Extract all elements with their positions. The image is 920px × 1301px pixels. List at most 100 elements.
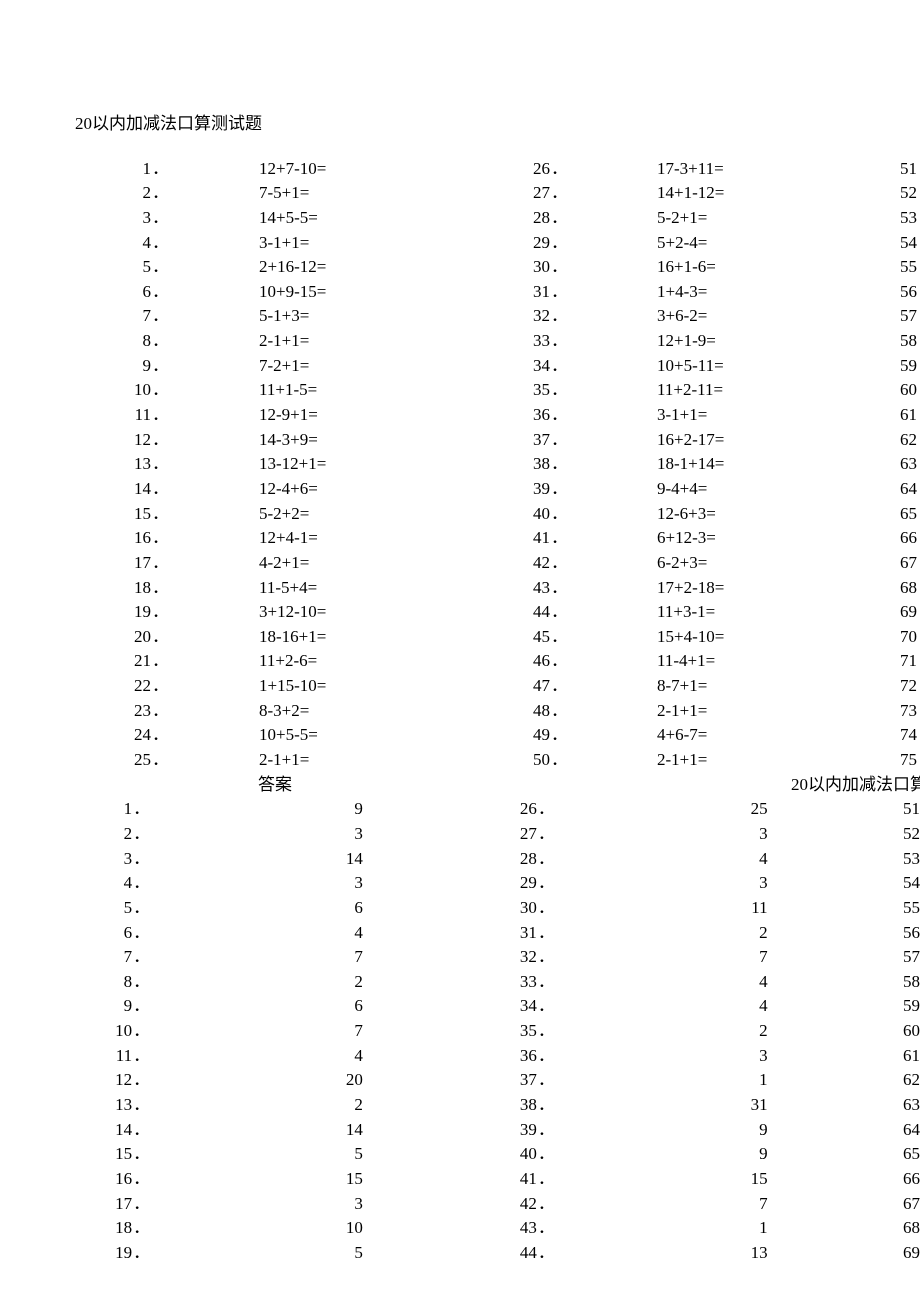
dot: ． xyxy=(537,921,615,946)
answer-number: 44 xyxy=(480,1241,537,1266)
answer-number: 42 xyxy=(480,1192,537,1217)
answer-number: 41 xyxy=(480,1167,537,1192)
dot: ． xyxy=(537,822,615,847)
tail-number: 68 xyxy=(873,576,917,601)
question-expression: 2-1+1= xyxy=(657,748,873,773)
answer-value: 5 xyxy=(211,1142,480,1167)
tail-number: 72 xyxy=(873,674,917,699)
question-row: 15．5-2+2=40．12-6+3=65 xyxy=(75,502,917,527)
section-labels: 答案 20以内加减法口算测试题 xyxy=(75,773,920,798)
answer-row: 15．540．965 xyxy=(75,1142,920,1167)
question-number: 22 xyxy=(75,674,151,699)
dot: ． xyxy=(132,1093,211,1118)
tail-number: 56 xyxy=(873,280,917,305)
dot: ． xyxy=(132,1241,211,1266)
answer-number: 43 xyxy=(480,1216,537,1241)
dot: ． xyxy=(550,452,657,477)
answer-row: 1．926．2551 xyxy=(75,797,920,822)
dot: ． xyxy=(151,723,259,748)
question-number: 5 xyxy=(75,255,151,280)
dot: ． xyxy=(537,896,615,921)
dot: ． xyxy=(550,280,657,305)
answer-number: 29 xyxy=(480,871,537,896)
dot: ． xyxy=(537,871,615,896)
tail-number: 71 xyxy=(873,649,917,674)
question-row: 3．14+5-5=28．5-2+1=53 xyxy=(75,206,917,231)
answer-number: 19 xyxy=(75,1241,132,1266)
question-row: 1．12+7-10=26．17-3+11=51 xyxy=(75,157,917,182)
tail-number: 57 xyxy=(873,304,917,329)
question-expression: 8-7+1= xyxy=(657,674,873,699)
question-expression: 5-2+1= xyxy=(657,206,873,231)
tail-number: 75 xyxy=(873,748,917,773)
question-expression: 9-4+4= xyxy=(657,477,873,502)
dot: ． xyxy=(151,280,259,305)
dot: ． xyxy=(537,1068,615,1093)
dot: ． xyxy=(537,1093,615,1118)
answer-number: 7 xyxy=(75,945,132,970)
question-row: 17．4-2+1=42．6-2+3=67 xyxy=(75,551,917,576)
question-number: 31 xyxy=(474,280,550,305)
answer-value: 4 xyxy=(211,1044,480,1069)
tail-number: 67 xyxy=(873,551,917,576)
dot: ． xyxy=(550,157,657,182)
page-title: 20以内加减法口算测试题 xyxy=(75,112,920,137)
answer-value: 7 xyxy=(211,1019,480,1044)
answer-value: 6 xyxy=(211,896,480,921)
dot: ． xyxy=(151,699,259,724)
answer-row: 18．1043．168 xyxy=(75,1216,920,1241)
answer-row: 11．436．361 xyxy=(75,1044,920,1069)
question-expression: 15+4-10= xyxy=(657,625,873,650)
question-number: 41 xyxy=(474,526,550,551)
tail-number: 60 xyxy=(885,1019,920,1044)
tail-number: 63 xyxy=(885,1093,920,1118)
answers-label: 答案 xyxy=(75,773,292,798)
dot: ． xyxy=(132,871,211,896)
answer-row: 2．327．352 xyxy=(75,822,920,847)
answer-value: 13 xyxy=(615,1241,884,1266)
question-number: 3 xyxy=(75,206,151,231)
tail-number: 65 xyxy=(873,502,917,527)
answer-number: 2 xyxy=(75,822,132,847)
answer-value: 25 xyxy=(615,797,884,822)
answer-value: 1 xyxy=(615,1216,884,1241)
question-expression: 12-4+6= xyxy=(259,477,474,502)
dot: ． xyxy=(550,600,657,625)
question-expression: 10+5-11= xyxy=(657,354,873,379)
answer-value: 1 xyxy=(615,1068,884,1093)
question-row: 9．7-2+1=34．10+5-11=59 xyxy=(75,354,917,379)
answer-number: 39 xyxy=(480,1118,537,1143)
answer-value: 15 xyxy=(211,1167,480,1192)
dot: ． xyxy=(550,625,657,650)
dot: ． xyxy=(537,1216,615,1241)
question-number: 6 xyxy=(75,280,151,305)
tail-number: 74 xyxy=(873,723,917,748)
answer-number: 32 xyxy=(480,945,537,970)
question-number: 30 xyxy=(474,255,550,280)
answer-number: 38 xyxy=(480,1093,537,1118)
question-number: 25 xyxy=(75,748,151,773)
dot: ． xyxy=(151,428,259,453)
dot: ． xyxy=(550,551,657,576)
question-number: 42 xyxy=(474,551,550,576)
question-number: 16 xyxy=(75,526,151,551)
dot: ． xyxy=(151,354,259,379)
dot: ． xyxy=(550,723,657,748)
answer-number: 16 xyxy=(75,1167,132,1192)
question-row: 18．11-5+4=43．17+2-18=68 xyxy=(75,576,917,601)
dot: ． xyxy=(550,674,657,699)
dot: ． xyxy=(132,970,211,995)
answer-number: 31 xyxy=(480,921,537,946)
question-row: 24．10+5-5=49．4+6-7=74 xyxy=(75,723,917,748)
question-number: 44 xyxy=(474,600,550,625)
question-expression: 6-2+3= xyxy=(657,551,873,576)
dot: ． xyxy=(132,921,211,946)
question-number: 45 xyxy=(474,625,550,650)
answer-value: 11 xyxy=(615,896,884,921)
question-number: 12 xyxy=(75,428,151,453)
dot: ． xyxy=(132,994,211,1019)
dot: ． xyxy=(132,1019,211,1044)
tail-number: 70 xyxy=(873,625,917,650)
answer-value: 3 xyxy=(211,871,480,896)
answer-value: 5 xyxy=(211,1241,480,1266)
